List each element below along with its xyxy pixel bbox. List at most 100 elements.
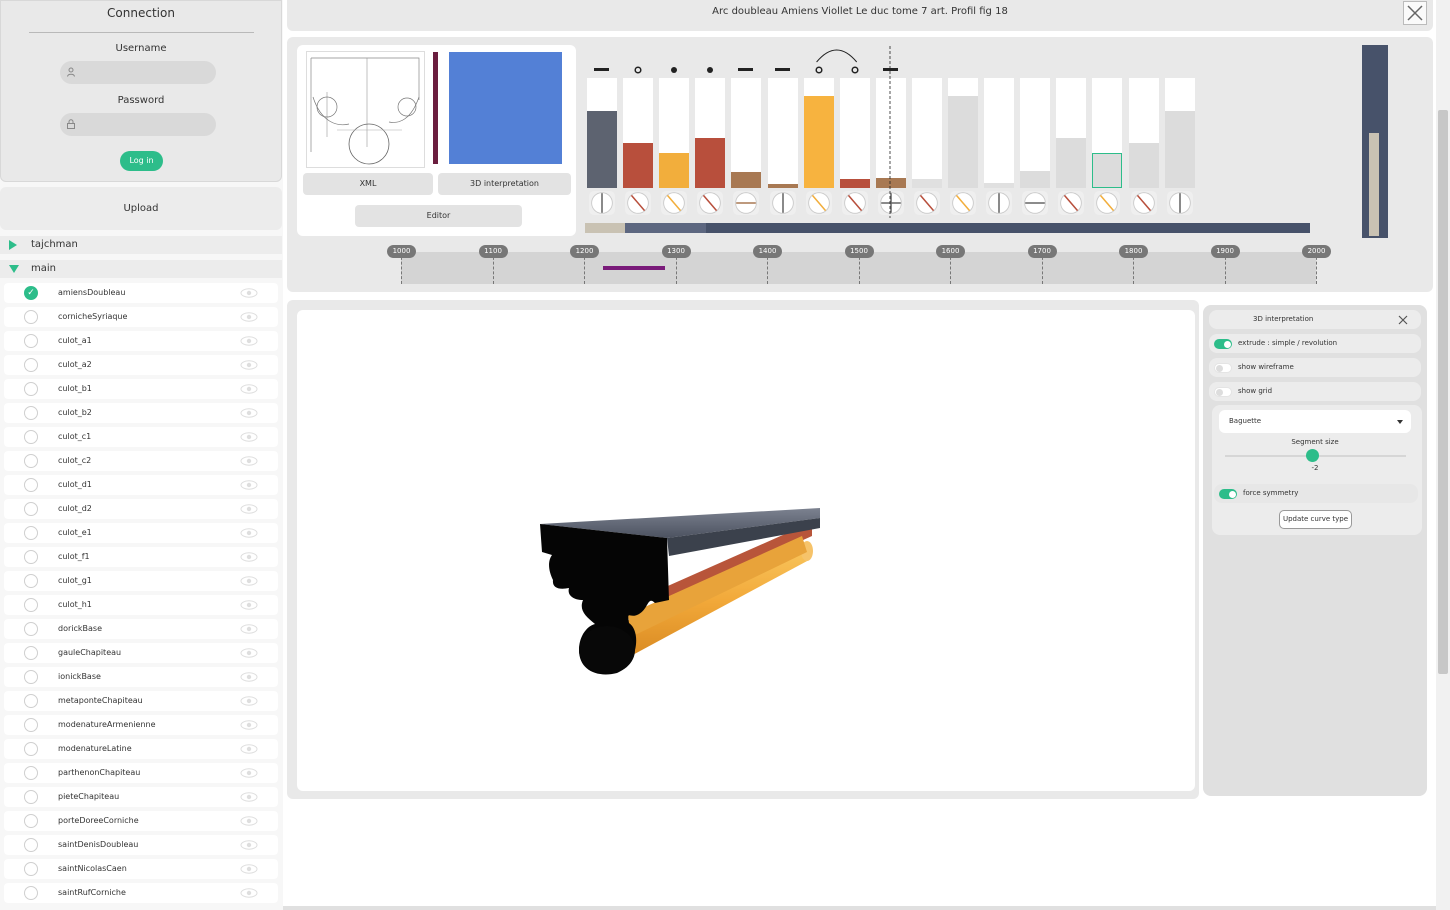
segment-size-handle[interactable] [1306, 449, 1319, 462]
option-grid[interactable]: show grid [1209, 382, 1421, 401]
file-row[interactable]: cornicheSyriaque [4, 307, 278, 327]
vertical-slider[interactable] [1362, 45, 1388, 238]
file-checkbox[interactable] [24, 598, 38, 612]
file-checkbox[interactable] [24, 838, 38, 852]
page-scrollbar-thumb[interactable] [1438, 110, 1448, 674]
file-row[interactable]: culot_e1 [4, 523, 278, 543]
segment-bar[interactable] [911, 78, 942, 188]
file-row[interactable]: saintRufCorniche [4, 883, 278, 903]
file-row[interactable]: metaponteChapiteau [4, 691, 278, 711]
eye-icon[interactable] [240, 888, 258, 898]
segment-bar[interactable] [731, 78, 762, 188]
eye-icon[interactable] [240, 648, 258, 658]
file-checkbox[interactable] [24, 646, 38, 660]
interpretation-preview[interactable] [449, 52, 562, 164]
option-force-symmetry[interactable]: force symmetry [1214, 484, 1418, 503]
wireframe-toggle[interactable] [1214, 363, 1232, 373]
segment-curve-button[interactable] [841, 191, 868, 215]
file-row[interactable]: ✓ amiensDoubleau [4, 283, 278, 303]
file-row[interactable]: culot_d1 [4, 475, 278, 495]
segment-curve-button[interactable] [877, 191, 904, 215]
file-row[interactable]: culot_b2 [4, 403, 278, 423]
file-checkbox[interactable] [24, 550, 38, 564]
update-curve-button[interactable]: Update curve type [1279, 510, 1352, 529]
file-checkbox[interactable] [24, 358, 38, 372]
eye-icon[interactable] [240, 792, 258, 802]
segment-bar[interactable] [1056, 78, 1087, 188]
login-button[interactable]: Log in [120, 151, 163, 171]
folder-main[interactable]: main [0, 260, 282, 278]
file-row[interactable]: culot_f1 [4, 547, 278, 567]
segment-bar[interactable] [623, 78, 654, 188]
eye-icon[interactable] [240, 360, 258, 370]
segment-bar[interactable] [948, 78, 978, 188]
eye-icon[interactable] [240, 504, 258, 514]
symmetry-toggle[interactable] [1219, 489, 1237, 499]
xml-button[interactable]: XML [303, 173, 433, 195]
segment-bar[interactable] [659, 78, 690, 188]
file-row[interactable]: culot_a1 [4, 331, 278, 351]
settings-close-button[interactable] [1396, 312, 1410, 326]
file-row[interactable]: culot_c1 [4, 427, 278, 447]
eye-icon[interactable] [240, 408, 258, 418]
file-checkbox[interactable] [24, 526, 38, 540]
file-checkbox[interactable] [24, 862, 38, 876]
editor-button[interactable]: Editor [355, 205, 522, 227]
file-checkbox[interactable] [24, 502, 38, 516]
option-wireframe[interactable]: show wireframe [1209, 358, 1421, 377]
file-checkbox[interactable] [24, 790, 38, 804]
eye-icon[interactable] [240, 696, 258, 706]
file-checkbox[interactable] [24, 478, 38, 492]
segment-curve-button[interactable] [769, 191, 796, 215]
file-row[interactable]: culot_d2 [4, 499, 278, 519]
eye-icon[interactable] [240, 720, 258, 730]
eye-icon[interactable] [240, 624, 258, 634]
segment-bar[interactable] [1092, 78, 1123, 188]
file-row[interactable]: culot_h1 [4, 595, 278, 615]
segment-curve-button[interactable] [1022, 191, 1049, 215]
grid-toggle[interactable] [1214, 387, 1232, 397]
eye-icon[interactable] [240, 288, 258, 298]
segment-bar[interactable] [1020, 78, 1051, 188]
eye-icon[interactable] [240, 600, 258, 610]
segment-curve-button[interactable] [1058, 191, 1085, 215]
folder-tajchman[interactable]: tajchman [0, 236, 282, 254]
segment-curve-button[interactable] [986, 191, 1013, 215]
segment-bar[interactable] [1164, 78, 1195, 188]
segment-curve-button[interactable] [697, 191, 724, 215]
file-row[interactable]: culot_b1 [4, 379, 278, 399]
curve-type-select[interactable]: Baguette [1219, 410, 1411, 433]
file-row[interactable]: modenatureArmenienne [4, 715, 278, 735]
eye-icon[interactable] [240, 816, 258, 826]
file-row[interactable]: culot_c2 [4, 451, 278, 471]
segment-curve-button[interactable] [1130, 191, 1157, 215]
eye-icon[interactable] [240, 384, 258, 394]
file-checkbox[interactable] [24, 310, 38, 324]
segment-curve-button[interactable] [661, 191, 688, 215]
upload-button[interactable]: Upload [0, 187, 282, 230]
segment-bar[interactable] [875, 78, 906, 188]
timeline-range[interactable] [603, 266, 665, 270]
segment-bar[interactable] [695, 78, 726, 188]
eye-icon[interactable] [240, 552, 258, 562]
file-checkbox[interactable] [24, 670, 38, 684]
file-checkbox[interactable] [24, 454, 38, 468]
file-row[interactable]: gauleChapiteau [4, 643, 278, 663]
segment-bar[interactable] [767, 78, 798, 188]
segment-scrollbar-thumb[interactable] [625, 223, 706, 233]
segment-curve-button[interactable] [805, 191, 832, 215]
interpretation-button[interactable]: 3D interpretation [438, 173, 571, 195]
file-checkbox[interactable] [24, 742, 38, 756]
segment-bar[interactable] [587, 78, 617, 188]
file-checkbox[interactable] [24, 886, 38, 900]
file-row[interactable]: culot_a2 [4, 355, 278, 375]
file-row[interactable]: porteDoreeCorniche [4, 811, 278, 831]
segment-bar[interactable] [803, 78, 834, 188]
segment-curve-button[interactable] [733, 191, 760, 215]
file-checkbox[interactable] [24, 334, 38, 348]
file-checkbox[interactable] [24, 814, 38, 828]
eye-icon[interactable] [240, 864, 258, 874]
file-row[interactable]: pieteChapiteau [4, 787, 278, 807]
segment-curve-button[interactable] [913, 191, 940, 215]
eye-icon[interactable] [240, 768, 258, 778]
